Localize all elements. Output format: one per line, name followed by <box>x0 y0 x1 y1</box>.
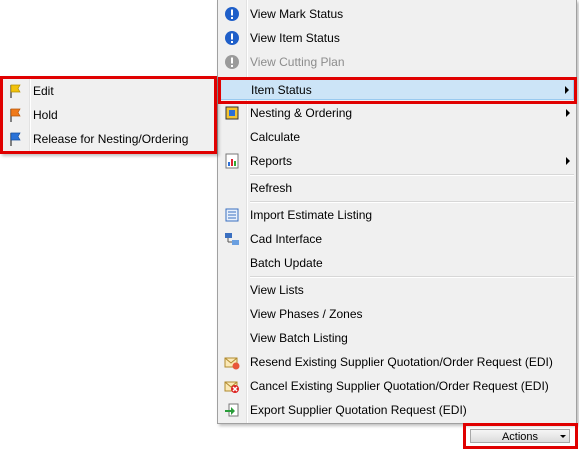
info-gray-icon <box>224 54 240 70</box>
cad-icon <box>224 231 240 247</box>
nesting-icon <box>224 105 240 121</box>
menu-item-label: Edit <box>33 84 54 98</box>
menu-separator <box>250 201 574 203</box>
menu-item-cad-interface[interactable]: Cad Interface <box>220 228 574 250</box>
menu-item-label: View Cutting Plan <box>250 55 345 69</box>
actions-button[interactable]: Actions <box>470 429 570 443</box>
menu-separator <box>250 276 574 278</box>
menu-item-label: Nesting & Ordering <box>250 106 353 120</box>
menu-item-view-cutting-plan: View Cutting Plan <box>220 51 574 73</box>
blue-flag-icon <box>7 131 23 147</box>
reports-icon <box>224 153 240 169</box>
menu-item-view-item-status[interactable]: View Item Status <box>220 27 574 49</box>
menu-item-import-estimate-listing[interactable]: Import Estimate Listing <box>220 204 574 226</box>
menu-item-label: Cancel Existing Supplier Quotation/Order… <box>250 379 549 393</box>
menu-item-label: View Mark Status <box>250 7 344 21</box>
menu-separator <box>250 174 574 176</box>
submenu-arrow-icon <box>566 157 570 165</box>
actions-button-container: Actions <box>465 424 577 448</box>
menu-item-refresh[interactable]: Refresh <box>220 177 574 199</box>
menu-item-label: Resend Existing Supplier Quotation/Order… <box>250 355 553 369</box>
menu-item-batch-update[interactable]: Batch Update <box>220 252 574 274</box>
menu-item-label: Item Status <box>251 83 312 97</box>
item-status-submenu: Edit Hold Release for Nesting/Ordering <box>0 76 217 154</box>
info-blue-icon <box>224 30 240 46</box>
menu-item-nesting-ordering[interactable]: Nesting & Ordering <box>220 102 574 124</box>
menu-item-resend-supplier-request[interactable]: Resend Existing Supplier Quotation/Order… <box>220 351 574 373</box>
submenu-item-hold[interactable]: Hold <box>3 104 214 126</box>
menu-item-view-lists[interactable]: View Lists <box>220 279 574 301</box>
submenu-arrow-icon <box>566 109 570 117</box>
resend-mail-icon <box>224 354 240 370</box>
orange-flag-icon <box>7 107 23 123</box>
menu-item-item-status[interactable]: Item Status <box>220 78 574 100</box>
actions-context-menu: View Mark Status View Item Status View C… <box>217 0 577 424</box>
menu-item-label: Cad Interface <box>250 232 323 246</box>
export-icon <box>224 402 240 418</box>
menu-item-view-mark-status[interactable]: View Mark Status <box>220 3 574 25</box>
menu-item-label: Refresh <box>250 181 293 195</box>
menu-item-label: View Item Status <box>250 31 340 45</box>
menu-item-view-batch-listing[interactable]: View Batch Listing <box>220 327 574 349</box>
menu-item-label: Batch Update <box>250 256 323 270</box>
cancel-mail-icon <box>224 378 240 394</box>
menu-item-label: Reports <box>250 154 293 168</box>
menu-item-label: Release for Nesting/Ordering <box>33 132 189 146</box>
menu-item-label: Export Supplier Quotation Request (EDI) <box>250 403 467 417</box>
submenu-item-edit[interactable]: Edit <box>3 80 214 102</box>
menu-item-export-supplier-request[interactable]: Export Supplier Quotation Request (EDI) <box>220 399 574 421</box>
menu-item-label: View Phases / Zones <box>250 307 363 321</box>
import-icon <box>224 207 240 223</box>
menu-item-label: Calculate <box>250 130 301 144</box>
menu-item-calculate[interactable]: Calculate <box>220 126 574 148</box>
submenu-arrow-icon <box>565 86 569 94</box>
actions-button-label: Actions <box>501 431 539 443</box>
menu-item-cancel-supplier-request[interactable]: Cancel Existing Supplier Quotation/Order… <box>220 375 574 397</box>
menu-item-reports[interactable]: Reports <box>220 150 574 172</box>
menu-item-label: View Lists <box>250 283 304 297</box>
info-blue-icon <box>224 6 240 22</box>
chevron-down-icon <box>560 435 566 438</box>
yellow-flag-icon <box>7 83 23 99</box>
menu-item-label: View Batch Listing <box>250 331 348 345</box>
menu-item-label: Import Estimate Listing <box>250 208 373 222</box>
submenu-item-release-nesting-ordering[interactable]: Release for Nesting/Ordering <box>3 128 214 150</box>
menu-item-view-phases-zones[interactable]: View Phases / Zones <box>220 303 574 325</box>
menu-item-label: Hold <box>33 108 58 122</box>
